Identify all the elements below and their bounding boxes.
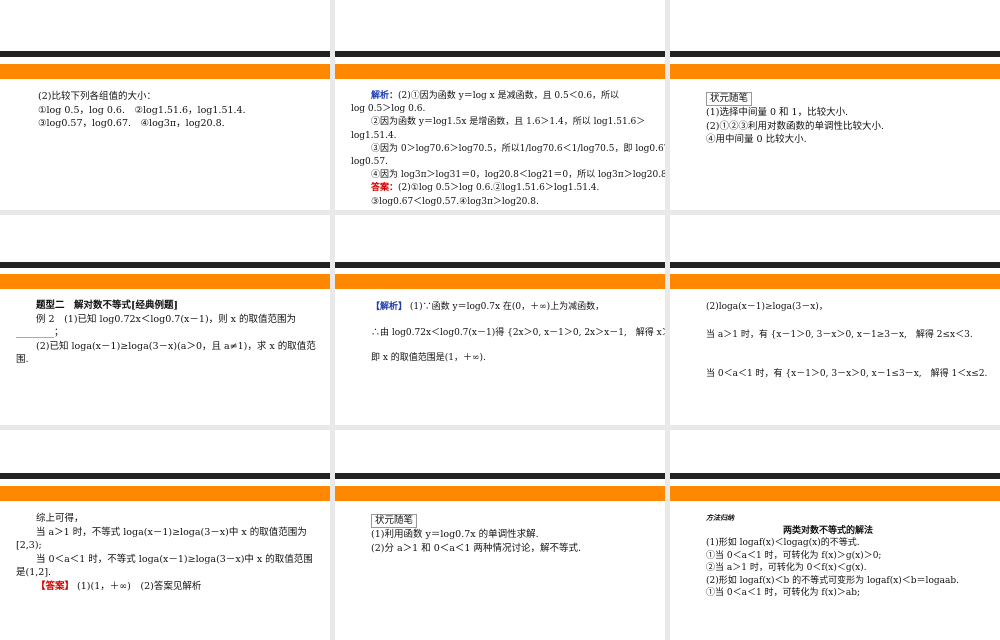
text-line: ∴由 log0.72x＜log0.7(x－1)得 {2x＞0, x－1＞0, 2…	[371, 327, 665, 338]
text-line: log1.51.4.	[351, 130, 397, 141]
text-line: (1)形如 logaf(x)＜logag(x)的不等式.	[706, 538, 860, 548]
text-line: log 0.5＞log 0.6.	[351, 104, 426, 115]
text-line: 当 a＞1 时，有 {x－1＞0, 3－x＞0, x－1≥3－x, 解得 2≤x…	[706, 329, 973, 340]
text-line: (2)比较下列各组值的大小：	[38, 91, 156, 102]
text-line: (2)已知 loga(x－1)≥loga(3－x)(a＞0，且 a≠1)，求 x…	[36, 340, 316, 352]
note-box-label: 状元随笔	[706, 92, 753, 106]
text-line: (2)形如 logaf(x)＜b 的不等式可变形为 logaf(x)＜b＝log…	[706, 575, 959, 586]
text-line: ①当 0＜a＜1 时，可转化为 f(x)＞ab;	[706, 588, 860, 598]
method-tag: 方法归纳	[706, 513, 734, 522]
slide-header-bar	[0, 64, 330, 79]
text-line: (2)loga(x－1)≥loga(3－x)，	[706, 302, 828, 312]
slide-2: 解析：(2)①因为函数 y＝log x 是减函数，且 0.5＜0.6，所以 lo…	[335, 0, 665, 210]
text-line: (1)利用函数 y＝log0.7x 的单调性求解.	[371, 529, 539, 540]
text-line: ①当 0＜a＜1 时，可转化为 f(x)＞g(x)＞0;	[706, 550, 882, 561]
slide-7: 综上可得， 当 a＞1 时，不等式 loga(x－1)≥loga(3－x)中 x…	[0, 430, 330, 640]
text-line: ①log 0.5，log 0.6. ②log1.51.6，log1.51.4.	[38, 104, 246, 116]
slide-header-bar	[670, 274, 1000, 289]
slide-header-bar	[335, 274, 665, 289]
text-line: ________；	[16, 327, 64, 338]
slide-divider	[0, 51, 330, 57]
text-line: (2)①②③利用对数函数的单调性比较大小.	[706, 120, 884, 132]
text-line: ②因为函数 y＝log1.5x 是增函数，且 1.6＞1.4，所以 log1.5…	[371, 117, 646, 128]
slide-divider	[0, 473, 330, 479]
text-line: (2)①因为函数 y＝log x 是减函数，且 0.5＜0.6，所以	[398, 91, 620, 101]
text-line: 是(1,2].	[16, 567, 52, 578]
answer-text: (1)(1，＋∞) (2)答案见解析	[77, 580, 202, 592]
text-line: 围.	[16, 354, 29, 365]
analysis-label: 【解析】	[371, 302, 408, 312]
text-line: ②当 a＞1 时，可转化为 0＜f(x)＜g(x).	[706, 563, 867, 573]
text-line: ③log0.57，log0.67. ④log3π，log20.8.	[38, 118, 225, 129]
slide-header-bar	[670, 64, 1000, 79]
slide-5: 【解析】 (1)∵函数 y＝log0.7x 在(0，＋∞)上为减函数， ∴由 l…	[335, 215, 665, 425]
text-line: [2,3);	[16, 540, 42, 551]
text-line: ④用中间量 0 比较大小.	[706, 134, 807, 145]
slide-9: 方法归纳 两类对数不等式的解法 (1)形如 logaf(x)＜logag(x)的…	[670, 430, 1000, 640]
slide-header-bar	[335, 64, 665, 79]
slide-divider	[335, 473, 665, 479]
analysis-label: 解析：	[371, 91, 399, 101]
note-box-label: 状元随笔	[371, 514, 418, 528]
slide-4: 题型二 解对数不等式[经典例题] 例 2 (1)已知 log0.72x＜log0…	[0, 215, 330, 425]
slide-header-bar	[0, 274, 330, 289]
slide-3: 状元随笔 (1)选择中间量 0 和 1，比较大小. (2)①②③利用对数函数的单…	[670, 0, 1000, 210]
slide-6: (2)loga(x－1)≥loga(3－x)， 当 a＞1 时，有 {x－1＞0…	[670, 215, 1000, 425]
answer-label: 答案：	[371, 183, 399, 194]
text-line: (1)∵函数 y＝log0.7x 在(0，＋∞)上为减函数，	[409, 302, 605, 312]
slide-divider	[335, 51, 665, 57]
text-line: 例 2 (1)已知 log0.72x＜log0.7(x－1)，则 x 的取值范围…	[36, 313, 297, 325]
section-title: 题型二 解对数不等式[经典例题]	[36, 300, 178, 311]
answer-text: ③log0.67＜log0.57.④log3π＞log20.8.	[371, 196, 539, 207]
text-line: log0.57.	[351, 157, 388, 168]
slide-divider	[670, 262, 1000, 268]
slide-divider	[0, 262, 330, 268]
text-line: (1)选择中间量 0 和 1，比较大小.	[706, 107, 849, 118]
section-title: 两类对数不等式的解法	[782, 525, 873, 536]
text-line: 当 a＞1 时，不等式 loga(x－1)≥loga(3－x)中 x 的取值范围…	[36, 526, 307, 538]
slide-divider	[670, 473, 1000, 479]
slide-divider	[670, 51, 1000, 57]
text-line: 即 x 的取值范围是(1，＋∞).	[371, 353, 486, 363]
slide-1: (2)比较下列各组值的大小： ①log 0.5，log 0.6. ②log1.5…	[0, 0, 330, 210]
slide-8: 状元随笔 (1)利用函数 y＝log0.7x 的单调性求解. (2)分 a＞1 …	[335, 430, 665, 640]
text-line: ④因为 log3π＞log31＝0，log20.8＜log21＝0，所以 log…	[371, 170, 665, 181]
slide-header-bar	[670, 486, 1000, 501]
slide-divider	[335, 262, 665, 268]
answer-label: 【答案】	[36, 580, 75, 592]
answer-text: (2)①log 0.5＞log 0.6.②log1.51.6＞log1.51.4…	[398, 183, 600, 194]
text-line: (2)分 a＞1 和 0＜a＜1 两种情况讨论，解不等式.	[371, 542, 582, 554]
text-line: 当 0＜a＜1 时，有 {x－1＞0, 3－x＞0, x－1≤3－x, 解得 1…	[706, 369, 988, 379]
text-line: 当 0＜a＜1 时，不等式 loga(x－1)≥loga(3－x)中 x 的取值…	[36, 553, 313, 565]
slide-header-bar	[335, 486, 665, 501]
text-line: 综上可得，	[36, 513, 84, 524]
slide-header-bar	[0, 486, 330, 501]
text-line: ③因为 0＞log70.6＞log70.5，所以1/log70.6＜1/log7…	[371, 143, 665, 154]
